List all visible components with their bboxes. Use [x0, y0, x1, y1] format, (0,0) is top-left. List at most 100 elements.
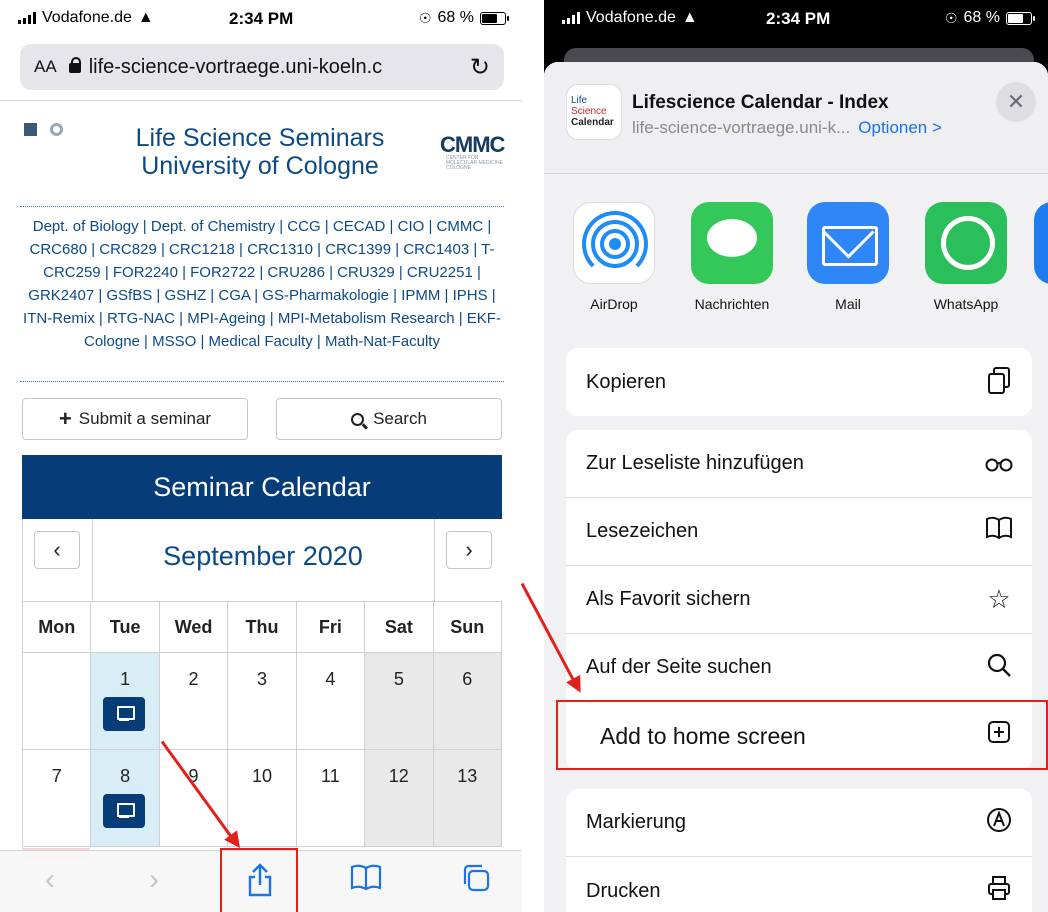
signal-icon: [18, 12, 36, 24]
close-icon: ✕: [1006, 89, 1026, 114]
calendar-day[interactable]: 3: [228, 653, 297, 749]
star-icon: ☆: [987, 584, 1011, 614]
prev-month-button[interactable]: ‹: [34, 531, 80, 569]
airdrop-icon: [573, 202, 655, 284]
search-icon: [984, 652, 1014, 682]
weekday: Wed: [160, 602, 229, 652]
share-title: Lifescience Calendar - Index: [632, 92, 889, 113]
calendar-nav: ‹ September 2020 ›: [23, 519, 502, 602]
action-print[interactable]: Drucken: [566, 857, 1032, 912]
weekday: Tue: [91, 602, 160, 652]
action-copy[interactable]: Kopieren: [566, 348, 1032, 416]
calendar-day[interactable]: 11: [297, 750, 366, 846]
calendar-day[interactable]: 1: [91, 653, 160, 749]
status-bar: Vodafone.de ▲ 2:34 PM ☉ 68 %: [544, 0, 1048, 36]
search-button[interactable]: Search: [276, 398, 502, 440]
action-find-on-page[interactable]: Auf der Seite suchen: [566, 634, 1032, 702]
cmmc-logo-subtitle: CENTER FOR MOLECULAR MEDICINE COLOGNE: [446, 155, 503, 171]
calendar-day[interactable]: 13: [433, 750, 502, 846]
mail-icon: [807, 202, 889, 284]
calendar-day[interactable]: 8: [91, 750, 160, 846]
book-icon-svg: [350, 864, 382, 891]
seminar-icon[interactable]: [103, 697, 146, 731]
submit-seminar-button[interactable]: + Submit a seminar: [22, 398, 248, 440]
status-bar: Vodafone.de ▲ 2:34 PM ☉ 68 %: [0, 0, 522, 36]
weekday-header: Mon Tue Wed Thu Fri Sat Sun: [23, 602, 502, 653]
reload-icon[interactable]: ↻: [470, 53, 490, 82]
battery-status: ☉ 68 %: [418, 9, 509, 27]
clock: 2:34 PM: [229, 9, 294, 28]
seminar-icon[interactable]: [103, 794, 146, 828]
weekday: Sat: [365, 602, 434, 652]
tabs-icon-svg: [463, 864, 490, 892]
rotation-lock-icon: ☉: [418, 9, 432, 26]
share-app-messages[interactable]: Nachrichten: [684, 202, 780, 312]
divider: [20, 381, 504, 382]
search-icon: [351, 412, 365, 426]
safari-browser-screen: Vodafone.de ▲ 2:34 PM ☉ 68 % AA life-sci…: [0, 0, 522, 912]
app-icon: [1034, 202, 1048, 284]
bookmarks-icon[interactable]: [346, 863, 386, 899]
share-app-partial[interactable]: F: [1034, 202, 1048, 312]
calendar-day[interactable]: 9: [160, 750, 229, 846]
plus-icon: +: [58, 406, 72, 431]
share-app-mail[interactable]: Mail: [800, 202, 896, 312]
site-icon: Life Science Calendar: [566, 84, 622, 140]
glasses-icon: [984, 448, 1014, 478]
share-app-airdrop[interactable]: AirDrop: [566, 202, 662, 312]
share-sheet: Life Science Calendar Lifescience Calend…: [544, 62, 1048, 912]
calendar-day[interactable]: 4: [297, 653, 366, 749]
weekday: Sun: [434, 602, 502, 652]
rotation-lock-icon: ☉: [944, 9, 958, 26]
weekday: Thu: [228, 602, 297, 652]
back-icon[interactable]: ‹: [30, 863, 70, 897]
department-links[interactable]: Dept. of Biology | Dept. of Chemistry | …: [20, 215, 504, 353]
site-title[interactable]: Life Science Seminars University of Colo…: [120, 124, 400, 180]
tabs-icon[interactable]: [456, 863, 496, 901]
next-month-button[interactable]: ›: [446, 531, 492, 569]
printer-icon: [984, 875, 1014, 905]
messages-icon: [691, 202, 773, 284]
address-bar[interactable]: AA life-science-vortraege.uni-koeln.c ↻: [20, 44, 504, 90]
action-group-copy: Kopieren: [566, 348, 1032, 416]
carrier: Vodafone.de ▲: [562, 9, 698, 27]
markup-icon: [984, 807, 1014, 837]
calendar-day: [23, 653, 92, 749]
action-group-markup: Markierung Drucken: [566, 789, 1032, 912]
close-button[interactable]: ✕: [996, 82, 1036, 122]
wifi-icon: ▲: [681, 9, 698, 26]
divider: [20, 206, 504, 207]
share-button-highlight: [220, 848, 298, 912]
url-text[interactable]: life-science-vortraege.uni-koeln.c: [89, 56, 462, 79]
calendar-day[interactable]: 5: [365, 653, 434, 749]
calendar-day[interactable]: 12: [365, 750, 434, 846]
action-reading-list[interactable]: Zur Leseliste hinzufügen: [566, 430, 1032, 498]
share-sheet-screen: Vodafone.de ▲ 2:34 PM ☉ 68 % Life Scienc…: [544, 0, 1048, 912]
copy-icon: [984, 366, 1014, 396]
whatsapp-icon: [925, 202, 1007, 284]
share-app-whatsapp[interactable]: WhatsApp: [918, 202, 1014, 312]
carrier: Vodafone.de ▲: [18, 9, 154, 27]
calendar-day[interactable]: 7: [23, 750, 92, 846]
weekday: Mon: [23, 602, 92, 652]
share-subtitle: life-science-vortraege.uni-k... Optionen …: [632, 118, 942, 137]
calendar-day[interactable]: 6: [433, 653, 502, 749]
battery-icon: [480, 11, 509, 25]
forward-icon[interactable]: ›: [134, 863, 174, 897]
clock: 2:34 PM: [766, 9, 831, 28]
weekday: Fri: [297, 602, 366, 652]
month-title: September 2020: [163, 541, 363, 571]
action-bookmark[interactable]: Lesezeichen: [566, 498, 1032, 566]
grid-line: [434, 519, 435, 601]
reader-options-button[interactable]: AA: [34, 57, 57, 77]
calendar-day[interactable]: 2: [160, 653, 229, 749]
divider: [0, 100, 522, 101]
add-to-home-highlight: [556, 700, 1048, 770]
options-link[interactable]: Optionen >: [858, 118, 942, 137]
share-sheet-header: Life Science Calendar Lifescience Calend…: [544, 62, 1048, 174]
action-favorite[interactable]: Als Favorit sichern ☆: [566, 566, 1032, 634]
university-logo: [24, 123, 37, 136]
signal-icon: [562, 12, 580, 24]
institute-logo: [50, 123, 63, 136]
action-markup[interactable]: Markierung: [566, 789, 1032, 857]
